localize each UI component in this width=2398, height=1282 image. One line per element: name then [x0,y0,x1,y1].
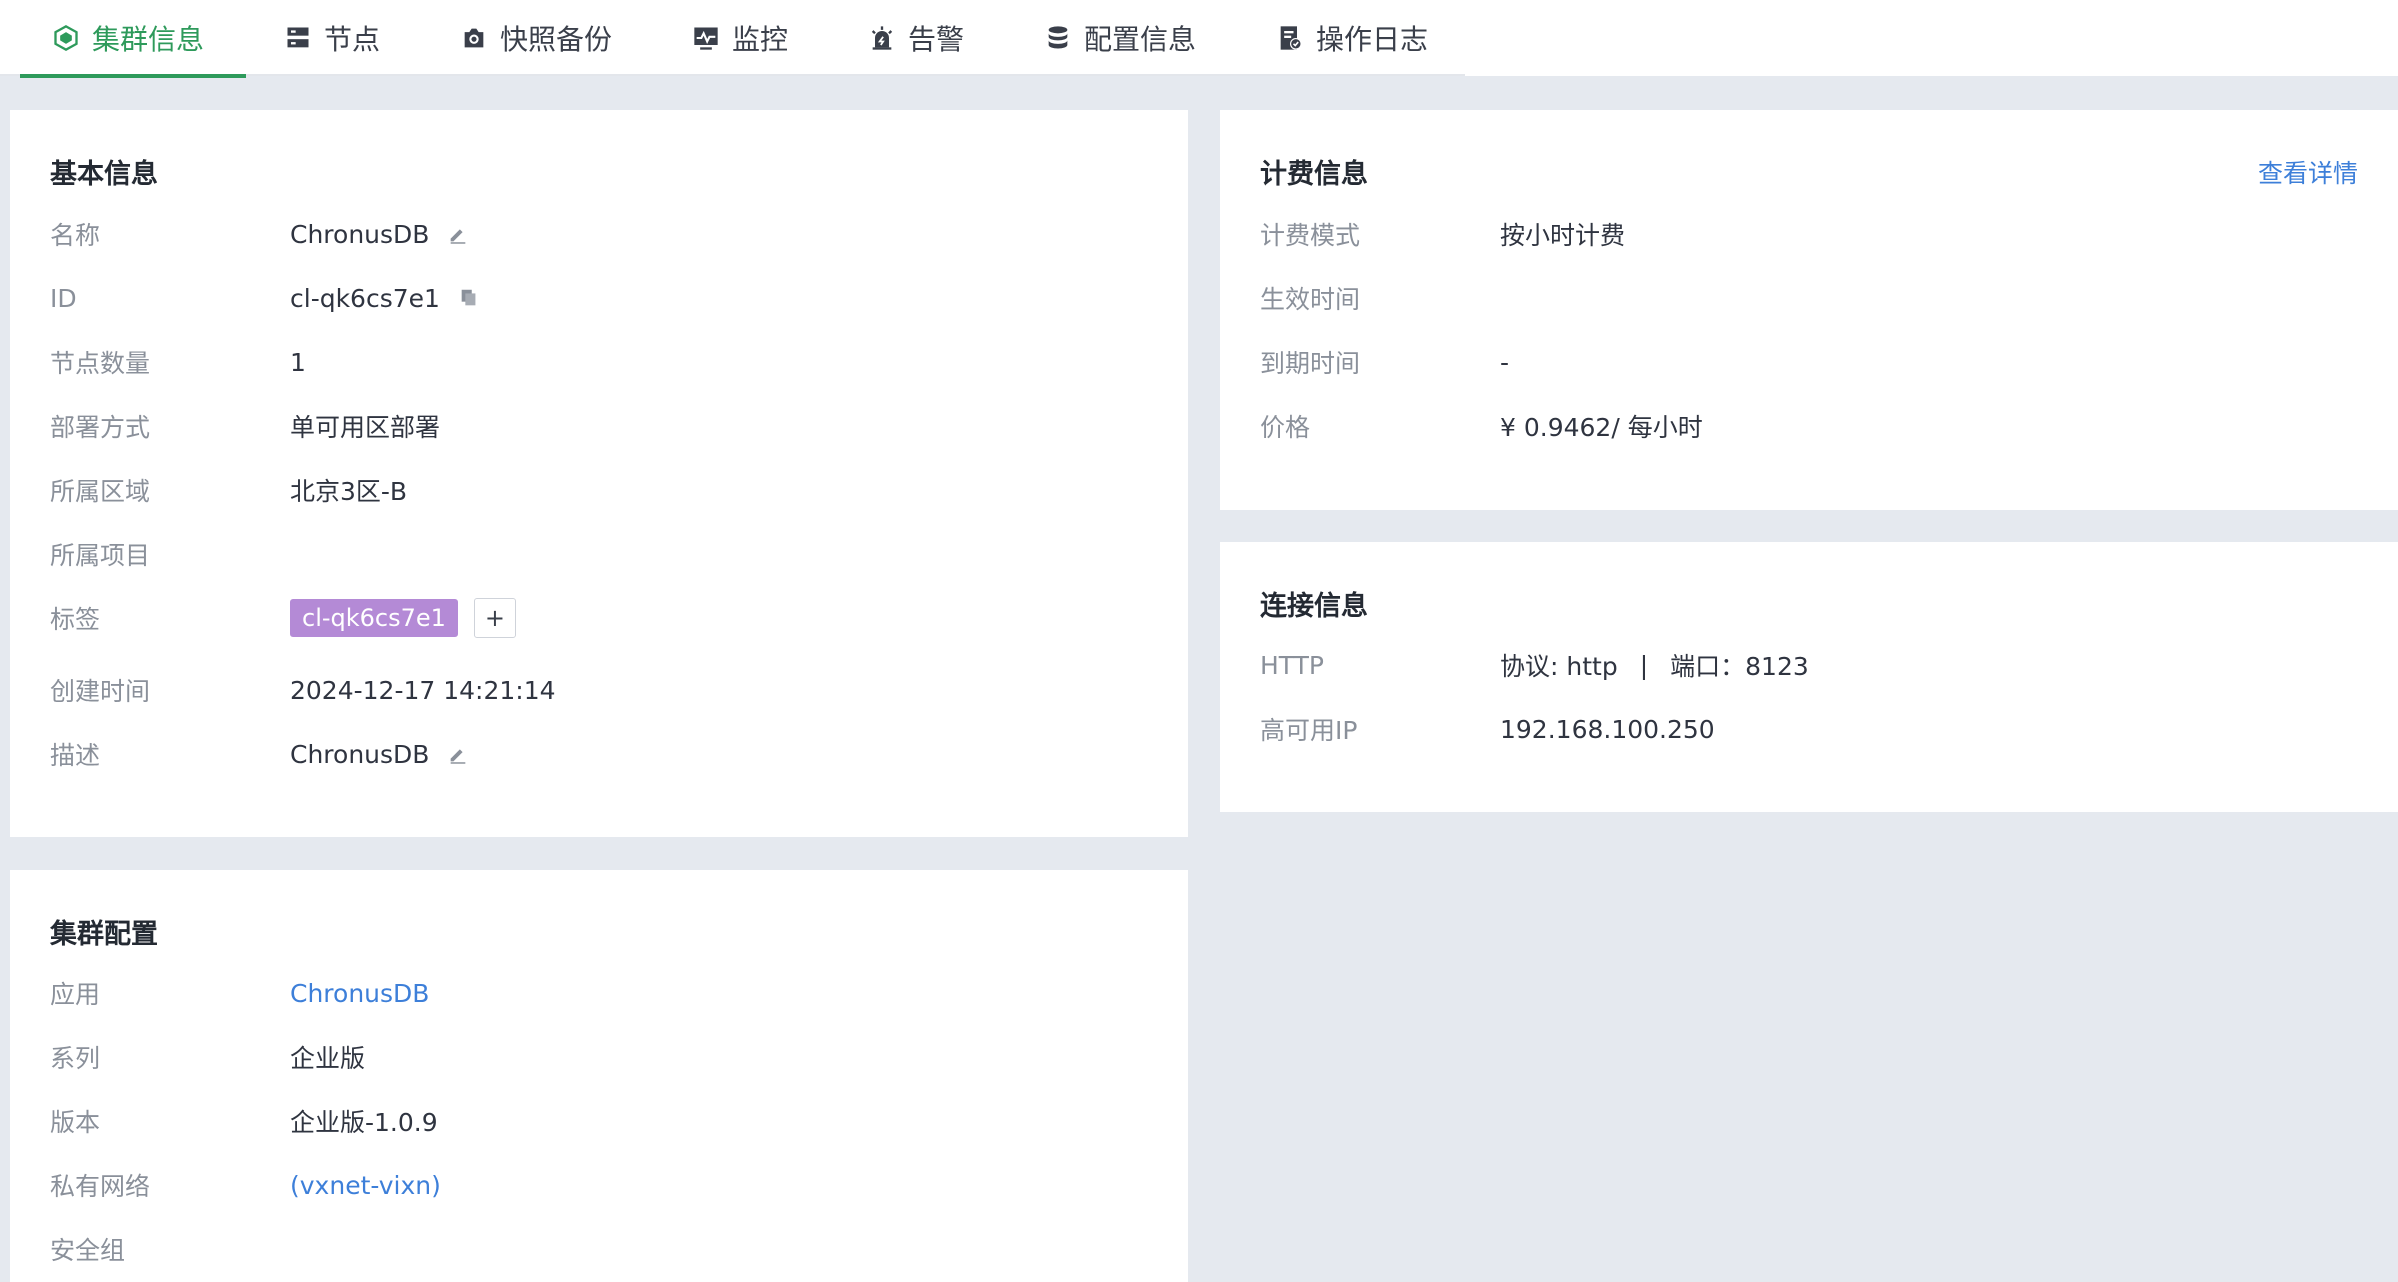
price-label: 价格 [1260,413,1311,442]
deploy-value: 单可用区部署 [290,413,441,442]
tab-strip-fill [1465,0,2398,76]
tab-snapshot[interactable]: 快照备份 [418,0,654,76]
tab-nodes[interactable]: 节点 [242,0,422,76]
http-protocol: 协议: http [1500,652,1618,681]
ha-ip-value: 192.168.100.250 [1500,714,1715,744]
tag-chip[interactable]: cl-qk6cs7e1 [290,599,458,637]
http-label: HTTP [1260,650,1324,680]
server-icon [287,27,309,48]
tab-label: 监控 [732,23,789,56]
version-row: 版本 企业版-1.0.9 [50,1101,1148,1141]
cluster-icon [54,24,78,52]
sg-row: 安全组 [50,1229,1148,1269]
billing-card: 计费信息 查看详情 计费模式 按小时计费 生效时间 到期时间 - 价格 ¥ 0.… [1220,110,2398,510]
log-icon [1280,26,1302,50]
name-label: 名称 [50,221,101,250]
desc-label: 描述 [50,741,101,770]
http-row: HTTP 协议: http | 端口：8123 [1260,645,2358,685]
view-details-link[interactable]: 查看详情 [2258,154,2358,190]
id-label: ID [50,283,77,313]
created-label: 创建时间 [50,677,151,706]
project-label: 所属项目 [50,541,151,570]
project-row: 所属项目 [50,534,1148,574]
camera-icon [464,28,484,48]
tab-bar: 集群信息 节点 快照备份 监控 告警 配置信息 操作日志 [0,0,2398,78]
effective-label: 生效时间 [1260,285,1361,314]
tags-label: 标签 [50,605,101,634]
billing-mode-row: 计费模式 按小时计费 [1260,214,2358,254]
edit-icon[interactable] [447,743,469,765]
version-label: 版本 [50,1108,101,1137]
name-value: ChronusDB [290,219,430,249]
http-port: 端口：8123 [1670,652,1809,681]
id-row: ID cl-qk6cs7e1 [50,278,1148,318]
basic-info-title: 基本信息 [50,159,158,190]
billing-title: 计费信息 [1260,159,1368,190]
ha-ip-label: 高可用IP [1260,716,1358,745]
expire-row: 到期时间 - [1260,342,2358,382]
price-row: 价格 ¥ 0.9462/ 每小时 [1260,406,2358,446]
created-value: 2024-12-17 14:21:14 [290,675,556,705]
vpc-link[interactable]: (vxnet-vixn) [290,1171,441,1200]
tab-monitor[interactable]: 监控 [650,0,830,76]
tab-alarm[interactable]: 告警 [826,0,1006,76]
expire-label: 到期时间 [1260,349,1361,378]
desc-row: 描述 ChronusDB [50,734,1148,774]
tab-config[interactable]: 配置信息 [1002,0,1238,76]
nodes-row: 节点数量 1 [50,342,1148,382]
tab-label: 集群信息 [92,23,205,56]
tab-label: 节点 [324,23,381,56]
series-value: 企业版 [290,1044,366,1073]
tab-label: 配置信息 [1084,23,1197,56]
desc-value: ChronusDB [290,739,430,769]
tab-cluster-info[interactable]: 集群信息 [10,0,247,78]
effective-row: 生效时间 [1260,278,2358,318]
app-link[interactable]: ChronusDB [290,979,429,1008]
app-row: 应用 ChronusDB [50,973,1148,1013]
edit-icon[interactable] [447,223,469,245]
region-value: 北京3区-B [290,477,408,506]
database-icon [1048,26,1068,49]
created-row: 创建时间 2024-12-17 14:21:14 [50,670,1148,710]
cluster-config-card: 集群配置 应用 ChronusDB 系列 企业版 版本 企业版-1.0.9 私有… [10,870,1188,1282]
vpc-label: 私有网络 [50,1172,151,1201]
tab-label: 操作日志 [1316,23,1429,56]
price-value: ¥ 0.9462/ 每小时 [1500,413,1703,442]
id-value: cl-qk6cs7e1 [290,283,440,313]
region-row: 所属区域 北京3区-B [50,470,1148,510]
billing-mode-label: 计费模式 [1260,221,1361,250]
name-row: 名称 ChronusDB [50,214,1148,254]
region-label: 所属区域 [50,477,151,506]
basic-info-card: 基本信息 名称 ChronusDB ID cl-qk6cs7e1 节点数量 1 … [10,110,1188,837]
app-label: 应用 [50,980,101,1009]
alarm-icon [871,26,893,50]
expire-value: - [1500,347,1510,377]
version-value: 企业版-1.0.9 [290,1108,438,1137]
nodes-value: 1 [290,347,306,377]
separator: | [1639,650,1649,680]
tags-row: 标签 cl-qk6cs7e1 + [50,598,1148,638]
tab-oplog[interactable]: 操作日志 [1234,0,1470,76]
tab-label: 快照备份 [500,23,613,56]
nodes-label: 节点数量 [50,349,151,378]
sg-label: 安全组 [50,1236,126,1265]
copy-icon[interactable] [458,287,480,309]
ha-ip-row: 高可用IP 192.168.100.250 [1260,709,2358,749]
tab-label: 告警 [908,23,965,56]
cluster-config-title: 集群配置 [50,919,158,950]
series-row: 系列 企业版 [50,1037,1148,1077]
series-label: 系列 [50,1044,101,1073]
connection-title: 连接信息 [1260,591,1368,622]
billing-mode-value: 按小时计费 [1500,221,1626,250]
connection-card: 连接信息 HTTP 协议: http | 端口：8123 高可用IP 192.1… [1220,542,2398,812]
deploy-row: 部署方式 单可用区部署 [50,406,1148,446]
monitor-icon [694,27,718,50]
vpc-row: 私有网络 (vxnet-vixn) [50,1165,1148,1205]
add-tag-button[interactable]: + [473,598,516,638]
deploy-label: 部署方式 [50,413,151,442]
